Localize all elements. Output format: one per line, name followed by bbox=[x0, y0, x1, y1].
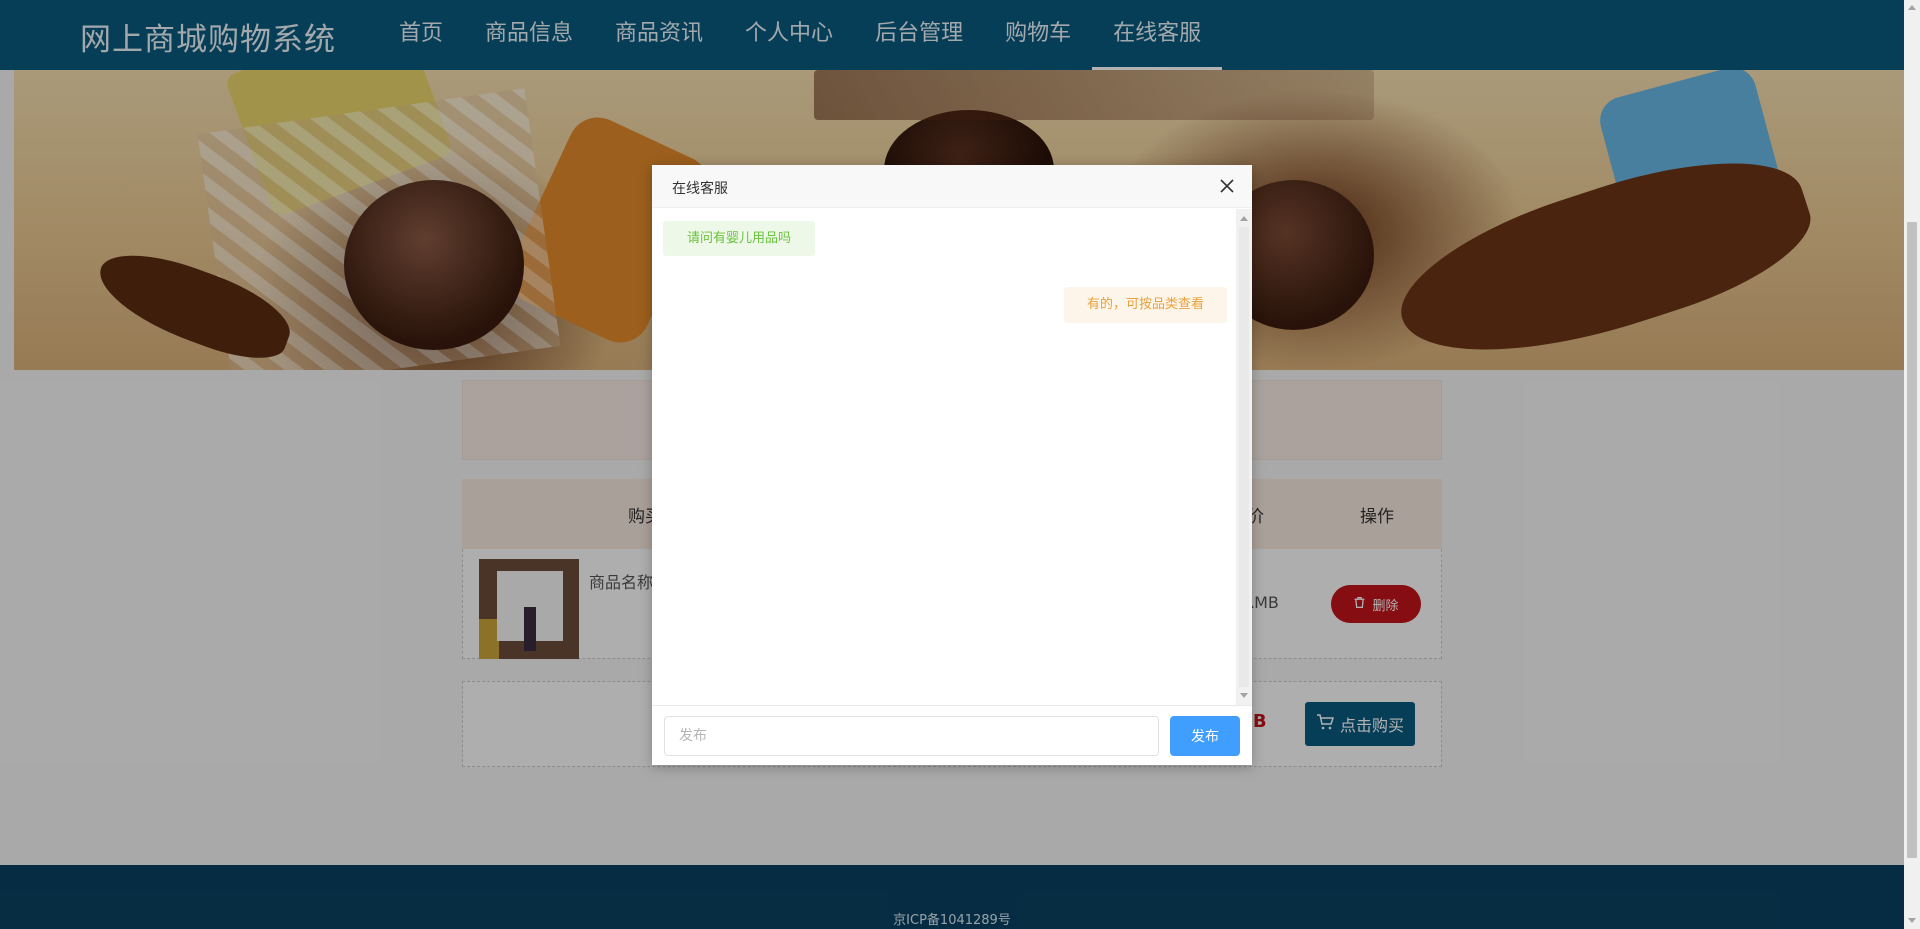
scroll-up-arrow-icon[interactable] bbox=[1240, 216, 1248, 221]
chat-input-bar: 发布 bbox=[652, 705, 1252, 765]
close-button[interactable] bbox=[1216, 175, 1238, 197]
chat-messages: 请问有婴儿用品吗 有的，可按品类查看 bbox=[652, 209, 1236, 705]
scroll-thumb[interactable] bbox=[1907, 222, 1917, 858]
close-icon bbox=[1220, 179, 1234, 193]
scroll-down-arrow-icon[interactable] bbox=[1908, 918, 1916, 923]
chat-scrollbar[interactable] bbox=[1236, 209, 1252, 705]
chat-body: 请问有婴儿用品吗 有的，可按品类查看 bbox=[652, 209, 1252, 705]
scroll-down-arrow-icon[interactable] bbox=[1240, 693, 1248, 698]
chat-message-service: 有的，可按品类查看 bbox=[1063, 287, 1227, 323]
scroll-up-arrow-icon[interactable] bbox=[1908, 5, 1916, 10]
dialog-header: 在线客服 bbox=[652, 165, 1252, 208]
customer-service-dialog: 在线客服 请问有婴儿用品吗 有的，可按品类查看 发布 bbox=[652, 165, 1252, 765]
chat-scroll-thumb[interactable] bbox=[1239, 227, 1249, 687]
page-scrollbar[interactable] bbox=[1904, 0, 1920, 929]
chat-input[interactable] bbox=[664, 716, 1159, 756]
send-button[interactable]: 发布 bbox=[1170, 716, 1240, 756]
chat-message-user: 请问有婴儿用品吗 bbox=[663, 221, 816, 256]
dialog-title: 在线客服 bbox=[672, 181, 728, 197]
